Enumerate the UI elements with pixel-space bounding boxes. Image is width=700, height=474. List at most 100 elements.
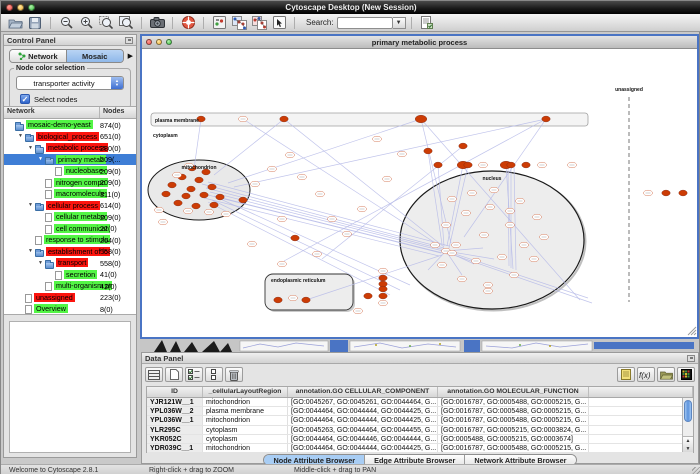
table-cell[interactable]: plasma membrane <box>203 407 288 415</box>
table-cell[interactable]: [GO:0045267, GO:0045261, GO:0044464, G..… <box>288 398 438 406</box>
table-cell[interactable]: [GO:0016787, GO:0005215, GO:0003824, G..… <box>438 426 589 434</box>
select-nodes-row[interactable]: ✓ Select nodes <box>20 94 126 104</box>
table-cell[interactable]: [GO:0016787, GO:0005488, GO:0005215, G..… <box>438 398 589 406</box>
expand-arrow-icon[interactable]: ▼ <box>28 202 33 208</box>
table-cell[interactable]: [GO:0016787, GO:0005488, GO:0005215, G..… <box>438 407 589 415</box>
tree-row[interactable]: cell communicat22(0) <box>4 223 136 235</box>
expand-arrow-icon[interactable]: ▼ <box>18 133 23 139</box>
search-options-button[interactable]: ▼ <box>393 17 406 29</box>
window-resize-grip[interactable] <box>692 467 700 474</box>
delete-attribute-button[interactable] <box>225 367 243 382</box>
table-row[interactable]: YPL036W__2plasma membrane[GO:0044464, GO… <box>147 407 693 416</box>
float-panel-icon[interactable] <box>125 37 133 44</box>
table-cell[interactable]: [GO:0044464, GO:0044446, GO:0044444, G..… <box>288 435 438 443</box>
table-cell[interactable]: YPL036W__1 <box>147 416 203 424</box>
table-cell[interactable]: cytoplasm <box>203 435 288 443</box>
tree-row[interactable]: multi-organism pro42(0) <box>4 280 136 292</box>
column-header-cellular-component[interactable]: annotation.GO CELLULAR_COMPONENT <box>288 387 438 397</box>
tree-row[interactable]: ▼establishment of lo558(0) <box>4 246 136 258</box>
compare-networks-button[interactable] <box>249 15 269 31</box>
float-panel-icon[interactable] <box>687 355 695 362</box>
zoom-selected-region-button[interactable] <box>96 15 116 31</box>
table-cell[interactable]: [GO:0044464, GO:0044444, GO:0044425, G..… <box>288 416 438 424</box>
column-header-id[interactable]: ID <box>147 387 203 397</box>
tab-mosaic[interactable]: Mosaic <box>66 50 123 62</box>
table-row[interactable]: YKR052Ccytoplasm[GO:0044464, GO:0044446,… <box>147 435 693 444</box>
search-label: Search: <box>306 18 334 27</box>
expand-arrow-icon[interactable]: ▼ <box>28 145 33 151</box>
expand-arrow-icon[interactable]: ▼ <box>38 260 43 266</box>
zoom-in-button[interactable] <box>76 15 96 31</box>
table-cell[interactable]: [GO:0005488, GO:0005215, GO:0003674] <box>438 435 589 443</box>
unselect-attributes-button[interactable] <box>205 367 223 382</box>
tree-row[interactable]: ▼metabolic process280(0) <box>4 142 136 154</box>
tree-row[interactable]: nitrogen compo209(0) <box>4 177 136 189</box>
table-cell[interactable]: cytoplasm <box>203 426 288 434</box>
table-cell[interactable]: [GO:0016787, GO:0005488, GO:0005215, G..… <box>438 444 589 452</box>
merge-networks-button[interactable] <box>229 15 249 31</box>
table-cell[interactable]: YPL036W__2 <box>147 407 203 415</box>
tree-row[interactable]: secretion41(0) <box>4 269 136 281</box>
network-canvas[interactable]: plasma membranecytoplasmmitochondrionnuc… <box>142 49 697 337</box>
tree-column-network[interactable]: Network <box>4 107 99 118</box>
table-cell[interactable]: [GO:0016787, GO:0005488, GO:0005215, G..… <box>438 416 589 424</box>
tree-row[interactable]: ▼primary metab209(... <box>4 154 136 166</box>
table-cell[interactable]: YKR052C <box>147 435 203 443</box>
network-view-titlebar[interactable]: primary metabolic process <box>142 36 697 49</box>
scrollbar-arrows[interactable]: ▲▼ <box>683 436 693 452</box>
zoom-fit-button[interactable] <box>116 15 136 31</box>
tree-row[interactable]: unassigned223(0) <box>4 292 136 304</box>
zoom-out-button[interactable] <box>56 15 76 31</box>
snapshot-button[interactable] <box>147 15 167 31</box>
table-row[interactable]: YLR295Ccytoplasm[GO:0045263, GO:0044464,… <box>147 426 693 435</box>
scrollbar-thumb[interactable] <box>684 400 692 422</box>
table-row[interactable]: YDR039C__1mitochondrion[GO:0044464, GO:0… <box>147 444 693 453</box>
image-generator-button[interactable] <box>209 15 229 31</box>
open-file-button[interactable] <box>5 15 25 31</box>
table-cell[interactable]: [GO:0044464, GO:0044444, GO:0044425, G..… <box>288 407 438 415</box>
attribute-table-button[interactable] <box>145 367 163 382</box>
search-input[interactable] <box>337 17 393 29</box>
tab-overflow-button[interactable]: ▶ <box>128 52 133 60</box>
table-cell[interactable]: mitochondrion <box>203 398 288 406</box>
window-titlebar[interactable]: Cytoscape Desktop (New Session) <box>1 1 700 14</box>
tree-row[interactable]: macromolecule311(0) <box>4 188 136 200</box>
tree-row[interactable]: nucleobase-209(0) <box>4 165 136 177</box>
select-nodes-checkbox[interactable]: ✓ <box>20 94 30 104</box>
help-button[interactable] <box>178 15 198 31</box>
table-scrollbar[interactable]: ▲▼ <box>682 398 693 452</box>
import-attributes-button[interactable] <box>657 367 675 382</box>
session-note-button[interactable] <box>417 15 437 31</box>
tree-row[interactable]: mosaic-demo-yeast874(0) <box>4 119 136 131</box>
formula-builder-button[interactable]: f(x) <box>637 367 655 382</box>
tab-network[interactable]: Network <box>10 50 66 62</box>
table-row[interactable]: YPL036W__1mitochondrion[GO:0044464, GO:0… <box>147 416 693 425</box>
tree-row[interactable]: cellular metabo209(0) <box>4 211 136 223</box>
expand-arrow-icon[interactable]: ▼ <box>38 156 43 162</box>
network-view-frame[interactable]: primary metabolic process plasma membran… <box>140 34 699 339</box>
column-header-region[interactable]: _cellularLayoutRegion <box>203 387 288 397</box>
new-attribute-button[interactable] <box>165 367 183 382</box>
table-cell[interactable]: YLR295C <box>147 426 203 434</box>
tree-row[interactable]: ▼transport558(0) <box>4 257 136 269</box>
table-cell[interactable]: [GO:0045263, GO:0044464, GO:0044455, G..… <box>288 426 438 434</box>
tree-row[interactable]: ▼cellular process614(0) <box>4 200 136 212</box>
annotation-button[interactable] <box>269 15 289 31</box>
matrix-view-button[interactable] <box>677 367 695 382</box>
table-cell[interactable]: YDR039C__1 <box>147 444 203 452</box>
column-header-molecular-function[interactable]: annotation.GO MOLECULAR_FUNCTION <box>438 387 589 397</box>
save-session-button[interactable] <box>25 15 45 31</box>
table-cell[interactable]: mitochondrion <box>203 444 288 452</box>
tree-row[interactable]: ▼biological_process651(0) <box>4 131 136 143</box>
table-cell[interactable]: YJR121W__1 <box>147 398 203 406</box>
select-attributes-button[interactable] <box>185 367 203 382</box>
tree-row[interactable]: response to stimulu264(0) <box>4 234 136 246</box>
expand-arrow-icon[interactable]: ▼ <box>28 248 33 254</box>
tree-column-nodes[interactable]: Nodes <box>99 107 136 118</box>
node-color-dropdown[interactable]: transporter activity ▲▼ <box>16 76 124 90</box>
table-cell[interactable]: [GO:0044464, GO:0044444, GO:0044425, G..… <box>288 444 438 452</box>
table-row[interactable]: YJR121W__1mitochondrion[GO:0045267, GO:0… <box>147 398 693 407</box>
attribute-notes-button[interactable] <box>617 367 635 382</box>
tree-row[interactable]: Overview8(0) <box>4 303 136 315</box>
table-cell[interactable]: mitochondrion <box>203 416 288 424</box>
